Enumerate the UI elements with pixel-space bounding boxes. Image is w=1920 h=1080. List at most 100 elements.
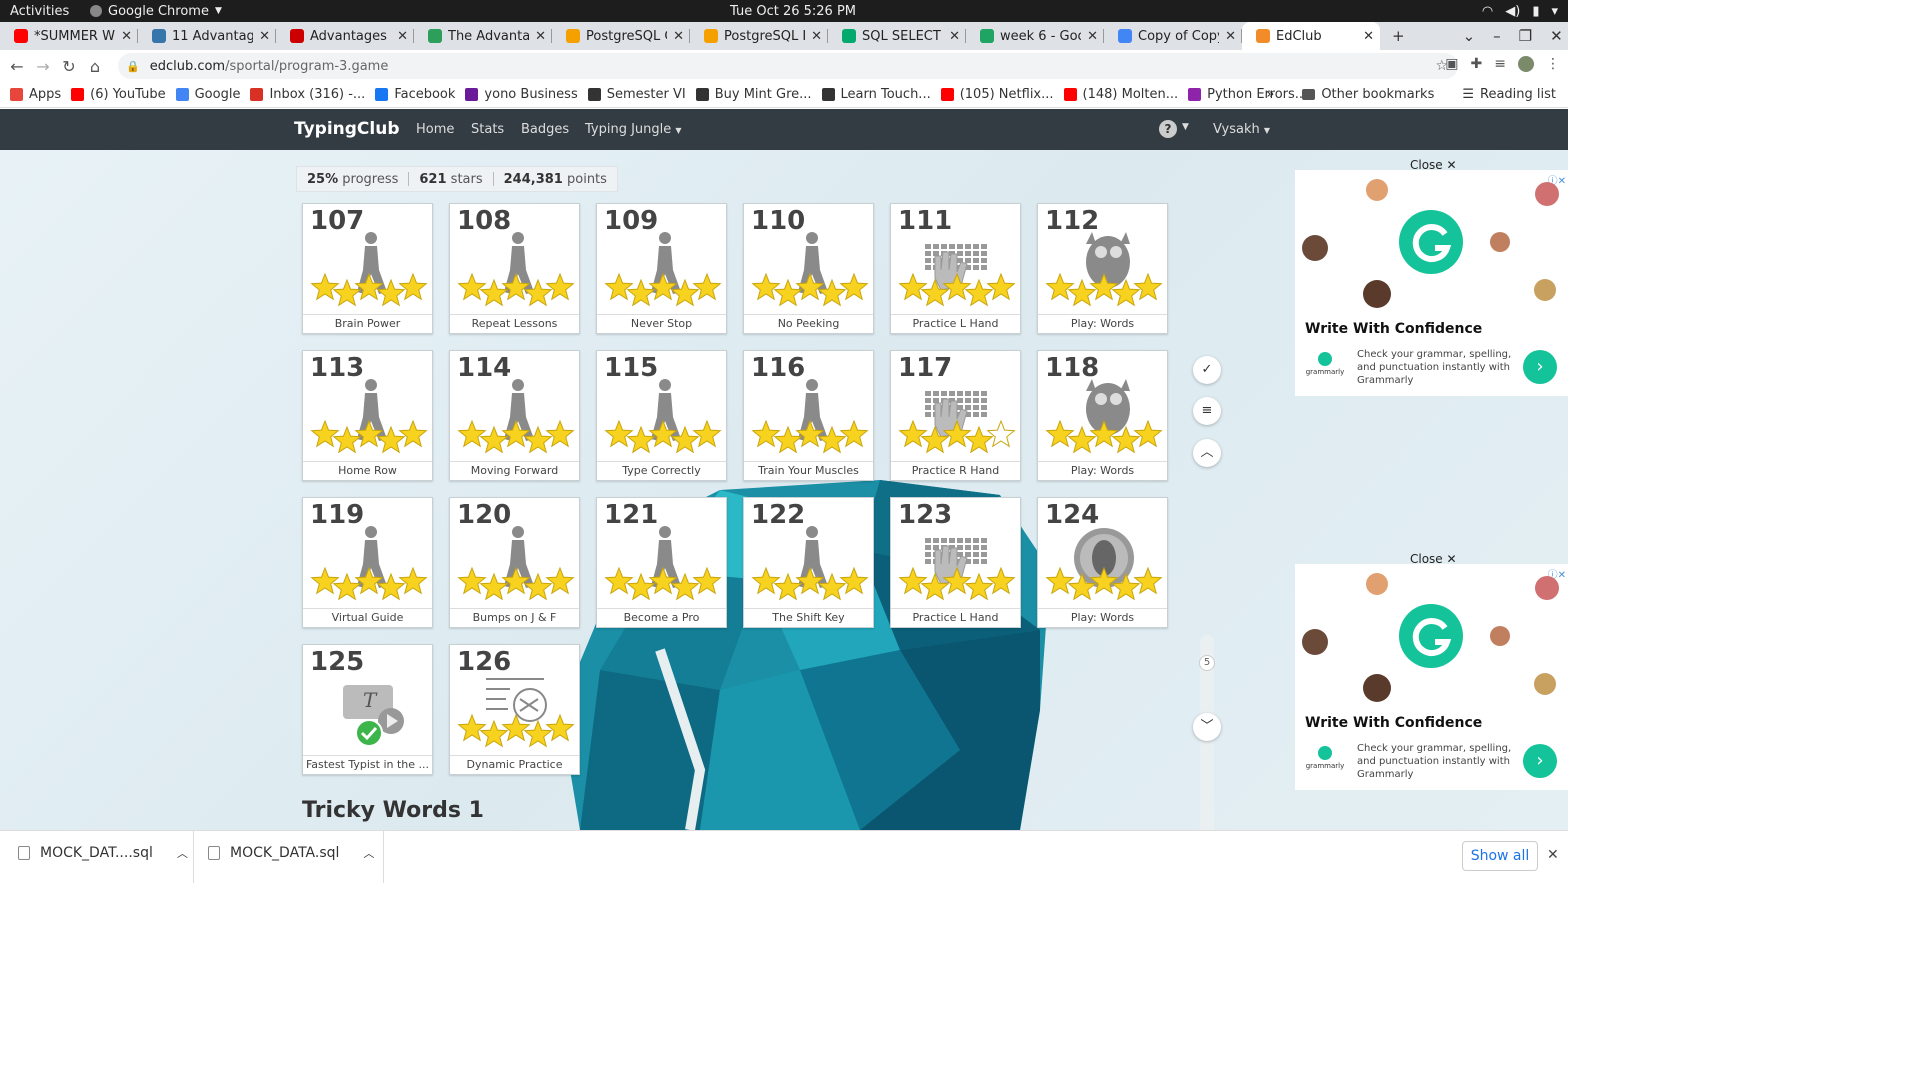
caret-down-icon[interactable]: ▼ (1182, 122, 1189, 132)
menu-dots-icon[interactable]: ⋮ (1546, 56, 1560, 72)
lesson-card[interactable]: 115 Type Correctly (596, 350, 727, 481)
chevron-up-icon[interactable]: ︿ (177, 845, 188, 861)
lesson-card[interactable]: 126 Dynamic Practice (449, 644, 580, 775)
lesson-card[interactable]: 112 Play: Words (1037, 203, 1168, 334)
minimize-icon[interactable]: – (1493, 27, 1501, 45)
scroll-down-button[interactable]: ﹀ (1193, 713, 1221, 741)
bookmark-item[interactable]: yono Business (465, 87, 578, 102)
show-all-button[interactable]: Show all (1462, 841, 1538, 871)
download-filename: MOCK_DAT....sql (40, 845, 153, 861)
grammarly-ad[interactable]: Close ✕ ⓘ✕ Write With Confidence grammar… (1295, 552, 1568, 790)
back-icon[interactable]: ← (4, 57, 30, 76)
media-icon[interactable]: ≡ (1494, 56, 1506, 72)
site-logo[interactable]: TypingClub (294, 119, 400, 139)
close-tab-icon[interactable]: ✕ (811, 29, 822, 44)
close-tab-icon[interactable]: ✕ (673, 29, 684, 44)
nav-home[interactable]: Home (416, 122, 454, 137)
ad-go-button[interactable]: › (1523, 350, 1557, 384)
close-tab-icon[interactable]: ✕ (1363, 29, 1374, 44)
browser-tab[interactable]: *SUMMER WI ✕ (0, 22, 138, 50)
bookmark-item[interactable]: (105) Netflix... (940, 87, 1054, 102)
grammarly-ad[interactable]: Close ✕ ⓘ✕ Write With Confidence grammar… (1295, 158, 1568, 396)
forward-icon[interactable]: → (30, 57, 56, 76)
download-item[interactable]: MOCK_DATA.sql ︿ (208, 845, 374, 861)
tab-search-icon[interactable]: ⌄ (1463, 27, 1476, 45)
close-tab-icon[interactable]: ✕ (1225, 29, 1236, 44)
home-icon[interactable]: ⌂ (82, 57, 108, 76)
list-view-button[interactable]: ≡ (1193, 397, 1221, 425)
close-tab-icon[interactable]: ✕ (535, 29, 546, 44)
reload-icon[interactable]: ↻ (56, 57, 82, 76)
bookmark-item[interactable]: Apps (10, 87, 61, 102)
restore-icon[interactable]: ❐ (1519, 27, 1532, 45)
browser-tab[interactable]: PostgreSQL Gl ✕ (552, 22, 690, 50)
bookmark-item[interactable]: Google (175, 87, 240, 102)
lesson-card[interactable]: 108 Repeat Lessons (449, 203, 580, 334)
bookmark-item[interactable]: Facebook (375, 87, 455, 102)
browser-tab[interactable]: EdClub ✕ (1242, 22, 1380, 50)
lesson-card[interactable]: 117 Practice R Hand (890, 350, 1021, 481)
bookmarks-overflow-button[interactable]: » (1266, 87, 1274, 102)
reading-list-button[interactable]: ☰ Reading list (1462, 87, 1556, 102)
bookmark-item[interactable]: Inbox (316) -... (250, 87, 365, 102)
system-tray[interactable]: ◠ ◀) ▮ ▾ (1482, 4, 1558, 19)
close-tab-icon[interactable]: ✕ (397, 29, 408, 44)
bookmark-item[interactable]: (6) YouTube (71, 87, 166, 102)
close-icon[interactable]: ✕ (1547, 847, 1559, 863)
bookmark-item[interactable]: Buy Mint Gre... (695, 87, 812, 102)
lesson-card[interactable]: 121 Become a Pro (596, 497, 727, 628)
browser-tab[interactable]: SQL SELECT D ✕ (828, 22, 966, 50)
activities-button[interactable]: Activities (0, 4, 90, 19)
nav-stats[interactable]: Stats (471, 122, 504, 137)
puzzle-icon[interactable]: ✚ (1471, 56, 1483, 72)
lesson-card[interactable]: 125 T Fastest Typist in the ... (302, 644, 433, 775)
lesson-card[interactable]: 113 Home Row (302, 350, 433, 481)
close-tab-icon[interactable]: ✕ (121, 29, 132, 44)
close-tab-icon[interactable]: ✕ (1087, 29, 1098, 44)
lesson-card[interactable]: 119 Virtual Guide (302, 497, 433, 628)
lesson-card[interactable]: 124 Play: Words (1037, 497, 1168, 628)
help-icon[interactable]: ? (1159, 120, 1177, 138)
close-tab-icon[interactable]: ✕ (949, 29, 960, 44)
lesson-card[interactable]: 109 Never Stop (596, 203, 727, 334)
download-item[interactable]: MOCK_DAT....sql ︿ (18, 845, 188, 861)
lesson-card[interactable]: 118 Play: Words (1037, 350, 1168, 481)
chevron-up-icon[interactable]: ︿ (363, 845, 374, 861)
lesson-card[interactable]: 114 Moving Forward (449, 350, 580, 481)
lesson-card[interactable]: 120 Bumps on J & F (449, 497, 580, 628)
caret-down-icon: ▼ (1263, 126, 1271, 135)
browser-tab[interactable]: PostgreSQL IN ✕ (690, 22, 828, 50)
bookmark-item[interactable]: Learn Touch... (821, 87, 931, 102)
lesson-illustration (1045, 232, 1163, 307)
extension-icon[interactable]: ▣ (1445, 56, 1458, 72)
lesson-card[interactable]: 111 Practice L Hand (890, 203, 1021, 334)
nav-badges[interactable]: Badges (521, 122, 569, 137)
lesson-card[interactable]: 123 Practice L Hand (890, 497, 1021, 628)
bookmark-item[interactable]: Semester VI (587, 87, 686, 102)
browser-tab[interactable]: The Advantage ✕ (414, 22, 552, 50)
close-tab-icon[interactable]: ✕ (259, 29, 270, 44)
lesson-card[interactable]: 116 Train Your Muscles (743, 350, 874, 481)
browser-tab[interactable]: week 6 - Googl ✕ (966, 22, 1104, 50)
lock-icon[interactable]: 🔒 (126, 60, 140, 73)
other-bookmarks-folder[interactable]: Other bookmarks (1302, 87, 1434, 102)
user-menu[interactable]: Vysakh ▼ (1213, 122, 1270, 137)
lesson-card[interactable]: 110 No Peeking (743, 203, 874, 334)
address-bar[interactable]: 🔒 edclub.com/sportal/program-3.game ☆ (118, 53, 1458, 79)
close-window-icon[interactable]: ✕ (1550, 27, 1563, 45)
new-tab-icon[interactable]: + (1392, 27, 1405, 45)
nav-typing-jungle[interactable]: Typing Jungle ▼ (585, 122, 682, 137)
ad-headline: Write With Confidence (1305, 321, 1483, 337)
browser-tab[interactable]: Copy of Copy ✕ (1104, 22, 1242, 50)
scroll-up-button[interactable]: ︿ (1193, 439, 1221, 467)
clock[interactable]: Tue Oct 26 5:26 PM (730, 4, 856, 19)
bookmark-item[interactable]: (148) Molten... (1063, 87, 1178, 102)
checklist-button[interactable]: ✓ (1193, 356, 1221, 384)
app-menu[interactable]: Google Chrome ▼ (90, 4, 222, 19)
browser-tab[interactable]: 11 Advantages ✕ (138, 22, 276, 50)
lesson-card[interactable]: 122 The Shift Key (743, 497, 874, 628)
profile-avatar[interactable] (1518, 56, 1534, 72)
ad-go-button[interactable]: › (1523, 744, 1557, 778)
browser-tab[interactable]: Advantages an ✕ (276, 22, 414, 50)
lesson-card[interactable]: 107 Brain Power (302, 203, 433, 334)
